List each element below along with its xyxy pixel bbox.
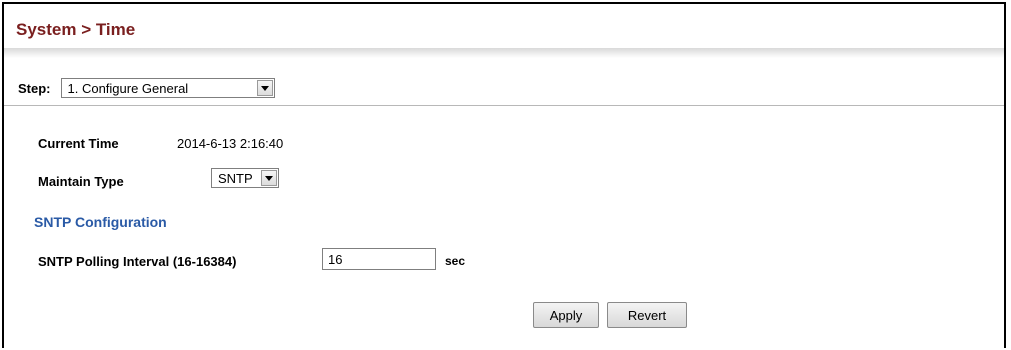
step-select[interactable]: 1. Configure General: [60, 78, 275, 98]
maintain-type-value: SNTP: [218, 170, 253, 186]
revert-button[interactable]: Revert: [607, 302, 687, 328]
step-row: Step: 1. Configure General: [18, 78, 275, 98]
title-divider: [4, 48, 1004, 58]
chevron-down-icon[interactable]: [261, 170, 277, 186]
maintain-type-label: Maintain Type: [38, 174, 124, 189]
page-frame: System > Time Step: 1. Configure General…: [2, 2, 1006, 348]
chevron-down-icon[interactable]: [256, 80, 273, 96]
sntp-polling-unit: sec: [445, 254, 466, 268]
sntp-polling-input[interactable]: [322, 248, 436, 270]
current-time-value: 2014-6-13 2:16:40: [177, 136, 284, 151]
maintain-type-select[interactable]: SNTP: [211, 168, 279, 188]
current-time-label: Current Time: [38, 136, 119, 151]
step-label: Step:: [18, 80, 51, 96]
step-select-value: 1. Configure General: [67, 80, 189, 96]
apply-button[interactable]: Apply: [533, 302, 599, 328]
sntp-config-heading: SNTP Configuration: [34, 214, 167, 230]
sntp-polling-label: SNTP Polling Interval (16-16384): [38, 254, 237, 269]
section-divider: [4, 105, 1004, 106]
page-title: System > Time: [16, 20, 136, 39]
